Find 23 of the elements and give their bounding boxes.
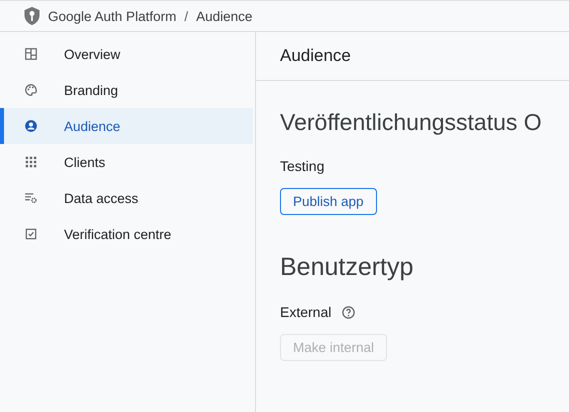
breadcrumb-separator: / <box>184 8 188 24</box>
grid-icon <box>24 155 38 169</box>
checkbox-icon <box>24 227 38 241</box>
help-icon[interactable] <box>341 304 356 320</box>
action-button[interactable]: Publish app <box>280 188 377 215</box>
breadcrumb-link[interactable]: Google Auth Platform <box>48 8 176 24</box>
sidebar-item[interactable]: Audience <box>0 108 253 144</box>
sidebar-item[interactable]: Data access <box>0 180 253 216</box>
sidebar-item[interactable]: Branding <box>0 72 253 108</box>
shield-icon <box>22 6 42 26</box>
palette-icon <box>24 83 38 97</box>
dashboard-icon <box>24 47 38 61</box>
settings-list-icon <box>24 191 38 205</box>
sidebar-item[interactable]: Clients <box>0 144 253 180</box>
breadcrumb-link[interactable]: Audience <box>196 8 252 24</box>
section-heading: Benutzertyp <box>280 253 414 282</box>
status-label: Testing <box>280 158 324 174</box>
section-heading: Veröffentlichungsstatus O <box>280 109 542 136</box>
status-label: External <box>280 304 332 320</box>
person-icon <box>24 119 38 133</box>
page-title: Audience <box>256 32 569 81</box>
sidebar-item[interactable]: Verification centre <box>0 216 253 252</box>
sidebar-item[interactable]: Overview <box>0 36 253 72</box>
